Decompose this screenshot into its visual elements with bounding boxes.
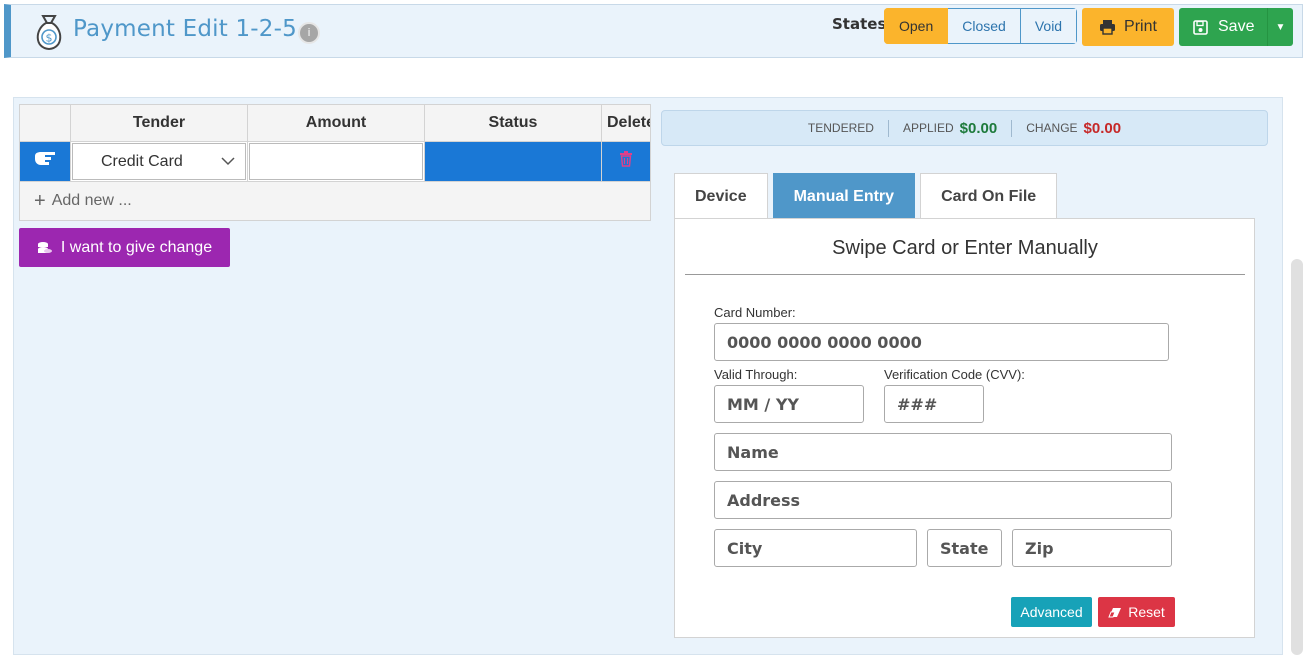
- cvv-label: Verification Code (CVV):: [884, 367, 1025, 382]
- save-main-button[interactable]: Save: [1179, 18, 1267, 36]
- print-button[interactable]: Print: [1082, 8, 1174, 46]
- give-change-label: I want to give change: [60, 238, 213, 256]
- tab-device[interactable]: Device: [674, 173, 768, 219]
- amount-cell: [247, 141, 425, 182]
- reset-button[interactable]: Reset: [1098, 597, 1175, 627]
- column-header-status: Status: [424, 104, 602, 142]
- row-indicator-header: [19, 104, 71, 142]
- plus-icon: +: [34, 190, 46, 212]
- tab-manual-entry[interactable]: Manual Entry: [772, 173, 916, 219]
- city-field[interactable]: City: [714, 529, 917, 567]
- advanced-button[interactable]: Advanced: [1011, 597, 1092, 627]
- name-field[interactable]: Name: [714, 433, 1172, 471]
- change-label: CHANGE: [1026, 121, 1078, 135]
- card-form-heading: Swipe Card or Enter Manually: [685, 237, 1245, 275]
- caret-down-icon[interactable]: ▼: [1267, 8, 1293, 46]
- applied-segment: APPLIED $0.00: [887, 119, 1011, 137]
- column-header-delete: Delete: [601, 104, 651, 142]
- save-label: Save: [1218, 18, 1255, 35]
- money-bag-icon: $: [36, 15, 62, 51]
- column-header-amount: Amount: [247, 104, 425, 142]
- table-row[interactable]: Credit Card: [19, 141, 651, 182]
- chevron-down-icon: [221, 157, 235, 166]
- add-new-button[interactable]: + Add new ...: [20, 191, 650, 211]
- state-toggle-group: Open Closed Void: [884, 8, 1078, 44]
- tender-select-value: Credit Card: [101, 152, 183, 170]
- printer-icon: [1100, 20, 1116, 35]
- status-cell: [424, 141, 602, 182]
- column-header-tender: Tender: [70, 104, 248, 142]
- state-closed-button[interactable]: Closed: [948, 8, 1021, 44]
- cvv-field[interactable]: ###: [884, 385, 984, 423]
- change-segment: CHANGE $0.00: [1011, 119, 1135, 137]
- valid-through-label: Valid Through:: [714, 367, 798, 382]
- row-indicator-cell: [19, 141, 71, 182]
- add-new-label: Add new ...: [51, 192, 132, 209]
- tender-select[interactable]: Credit Card: [72, 143, 246, 180]
- card-number-label: Card Number:: [714, 305, 796, 320]
- page-scrollbar[interactable]: [1291, 259, 1303, 655]
- valid-through-field[interactable]: MM / YY: [714, 385, 864, 423]
- zip-field[interactable]: Zip: [1012, 529, 1172, 567]
- eraser-icon: [1108, 607, 1122, 617]
- amount-input[interactable]: [249, 143, 423, 180]
- payment-method-tabs: Device Manual Entry Card On File: [674, 173, 1058, 219]
- page-title: Payment Edit 1-2-5: [73, 16, 297, 42]
- tender-cell: Credit Card: [70, 141, 248, 182]
- tendered-segment: TENDERED: [794, 121, 888, 135]
- add-new-cell[interactable]: + Add new ...: [19, 181, 651, 221]
- floppy-disk-icon: [1193, 19, 1208, 35]
- state-field[interactable]: State: [927, 529, 1002, 567]
- trash-icon[interactable]: [619, 151, 633, 167]
- svg-text:$: $: [46, 32, 53, 45]
- address-field[interactable]: Address: [714, 481, 1172, 519]
- change-value: $0.00: [1083, 119, 1122, 137]
- give-change-button[interactable]: I want to give change: [19, 228, 230, 267]
- applied-value: $0.00: [959, 119, 998, 137]
- info-icon[interactable]: i: [298, 22, 320, 44]
- reset-label: Reset: [1128, 604, 1165, 620]
- state-void-button[interactable]: Void: [1020, 8, 1078, 44]
- hand-pointer-icon: [35, 152, 55, 165]
- print-label: Print: [1124, 18, 1157, 35]
- save-button[interactable]: Save ▼: [1179, 8, 1293, 46]
- coins-icon: [37, 241, 52, 253]
- delete-cell[interactable]: [601, 141, 651, 182]
- state-open-button[interactable]: Open: [884, 8, 949, 44]
- payment-summary: TENDERED APPLIED $0.00 CHANGE $0.00: [661, 110, 1268, 146]
- applied-label: APPLIED: [902, 121, 954, 135]
- tendered-label: TENDERED: [807, 121, 874, 135]
- card-number-field[interactable]: 0000 0000 0000 0000: [714, 323, 1169, 361]
- tender-table: Tender Amount Status Delete Credit Card: [19, 104, 651, 221]
- manual-entry-panel: Swipe Card or Enter Manually Card Number…: [674, 218, 1255, 638]
- tab-card-on-file[interactable]: Card On File: [920, 173, 1058, 219]
